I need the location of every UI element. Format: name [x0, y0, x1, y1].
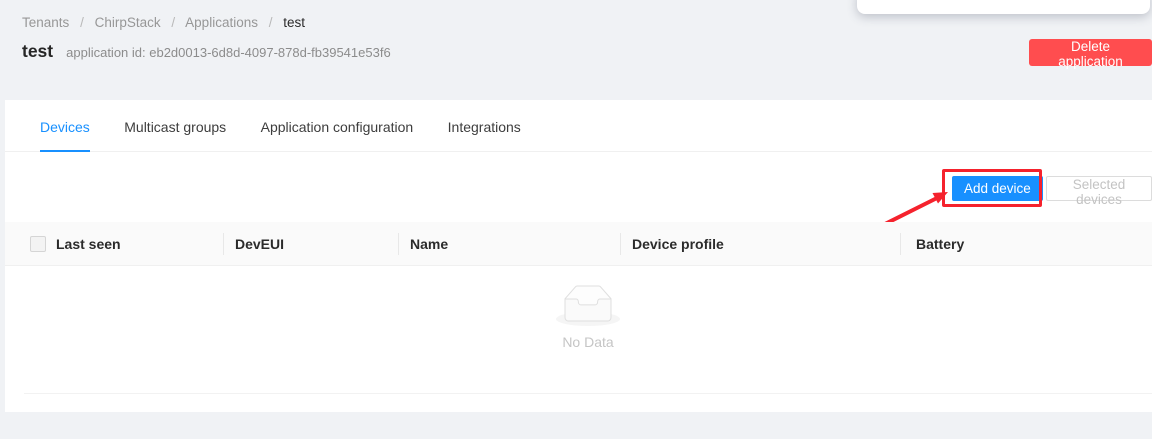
application-id-label: application id: eb2d0013-6d8d-4097-878d-… — [66, 45, 391, 60]
breadcrumb-separator: / — [171, 15, 175, 30]
table-bottom-border — [24, 393, 1152, 394]
tab-bar: Devices Multicast groups Application con… — [5, 100, 1152, 152]
tab-devices[interactable]: Devices — [40, 100, 90, 152]
table-header-row: Last seen DevEUI Name Device profile Bat… — [5, 222, 1152, 266]
breadcrumb-item-tenants[interactable]: Tenants — [22, 15, 69, 30]
tab-multicast-groups[interactable]: Multicast groups — [124, 100, 226, 152]
page-title: test — [22, 41, 53, 62]
delete-application-button[interactable]: Delete application — [1029, 39, 1152, 66]
add-device-button[interactable]: Add device — [952, 176, 1043, 201]
selected-devices-button[interactable]: Selected devices — [1046, 176, 1152, 201]
content-card: Devices Multicast groups Application con… — [5, 100, 1152, 412]
tab-integrations[interactable]: Integrations — [448, 100, 521, 152]
empty-state: No Data — [24, 285, 1152, 350]
breadcrumb-item-chirpstack[interactable]: ChirpStack — [95, 15, 161, 30]
header-cell-checkbox — [24, 236, 48, 252]
breadcrumb-separator: / — [80, 15, 84, 30]
header-cell-last-seen: Last seen — [48, 236, 223, 252]
breadcrumb-separator: / — [269, 15, 273, 30]
header-cell-device-profile: Device profile — [620, 236, 900, 252]
page-header: test application id: eb2d0013-6d8d-4097-… — [22, 41, 391, 62]
empty-state-text: No Data — [562, 334, 613, 350]
breadcrumb-item-applications[interactable]: Applications — [185, 15, 258, 30]
cutoff-overlay — [857, 0, 1150, 14]
select-all-checkbox[interactable] — [30, 236, 46, 252]
breadcrumb-item-current: test — [283, 15, 305, 30]
page: Tenants / ChirpStack / Applications / te… — [0, 0, 1152, 439]
header-cell-battery: Battery — [900, 236, 1152, 252]
header-cell-deveui: DevEUI — [223, 236, 398, 252]
empty-box-icon — [556, 285, 620, 326]
header-cell-name: Name — [398, 236, 620, 252]
tab-application-configuration[interactable]: Application configuration — [261, 100, 414, 152]
breadcrumb: Tenants / ChirpStack / Applications / te… — [22, 15, 305, 30]
